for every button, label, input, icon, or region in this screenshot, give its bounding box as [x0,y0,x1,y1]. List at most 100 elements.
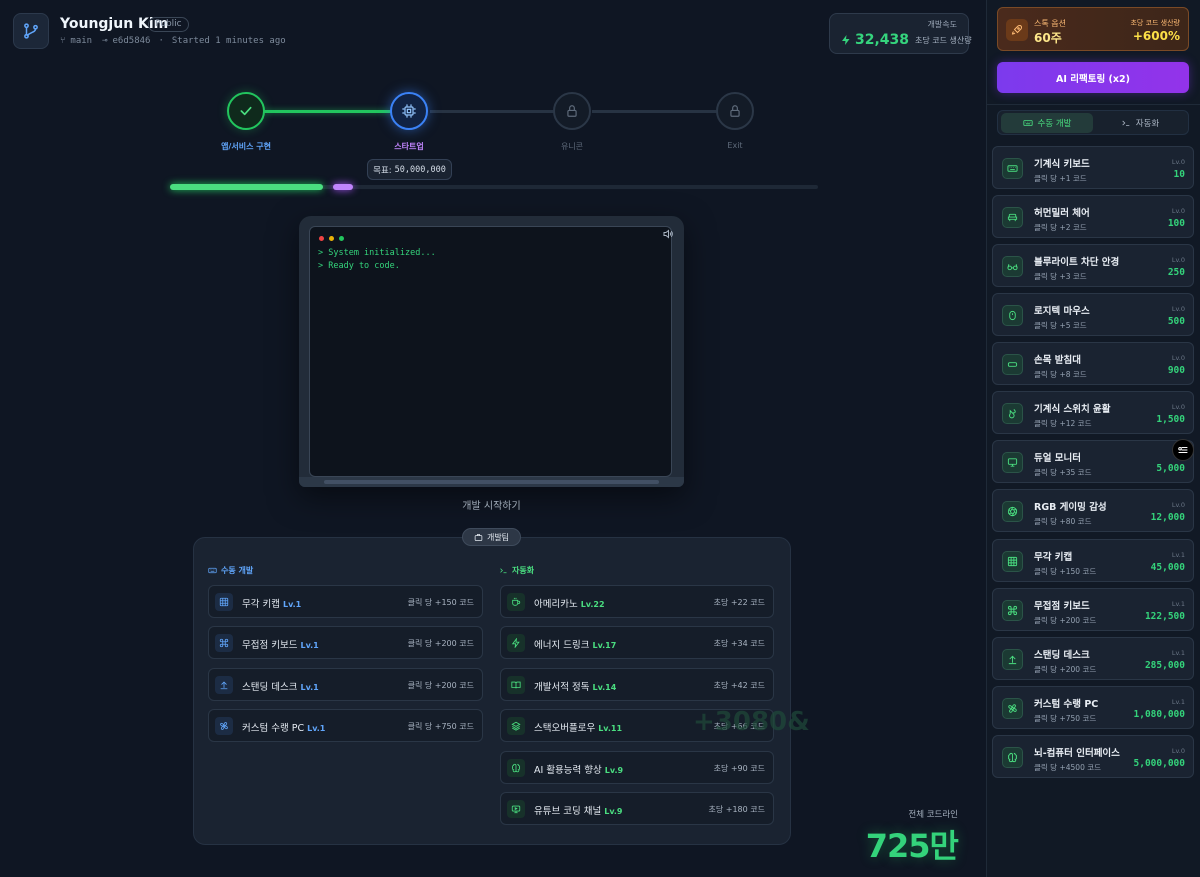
commit-hash: e6d5846 [112,36,151,46]
speaker-icon [663,229,673,239]
tv-icon [507,800,525,818]
manual-team-row: 커스텀 수랭 PC Lv.1 클릭 당 +750 코드 [208,709,483,742]
step-2-circle [390,92,428,130]
upgrade-desc: 클릭 당 +150 코드 [1034,567,1097,576]
upgrade-item[interactable]: 무접점 키보드 클릭 당 +200 코드 Lv.1 122,500 [992,588,1194,631]
brain-icon [507,759,525,777]
start-coding-label: 개발 시작하기 [462,501,521,512]
stock-bonus-percent: +600% [1132,29,1180,43]
upgrade-item[interactable]: 기계식 키보드 클릭 당 +1 코드 Lv.0 10 [992,146,1194,189]
total-lines-label: 전체 코드라인 [908,810,958,820]
red-dot [319,236,324,241]
arrow-up-icon [215,676,233,694]
coffee-icon [507,593,525,611]
upgrade-item[interactable]: 로지텍 마우스 클릭 당 +5 코드 Lv.0 500 [992,293,1194,336]
upgrade-item[interactable]: 허먼밀러 체어 클릭 당 +2 코드 Lv.0 100 [992,195,1194,238]
branch-name: main [70,36,93,46]
lock-icon [730,105,740,117]
floating-gain-text: +3080& [693,707,810,737]
aperture-icon [1002,501,1023,522]
upgrade-item[interactable]: 블루라이트 차단 안경 클릭 당 +3 코드 Lv.0 250 [992,244,1194,287]
upgrade-item[interactable]: 커스텀 수랭 PC 클릭 당 +750 코드 Lv.1 1,080,000 [992,686,1194,729]
upgrade-cost: 45,000 [1150,562,1185,573]
step-4-label: Exit [727,141,743,150]
speed-card: 개발속도 32,438 초당 코드 생산량 [829,13,972,54]
upgrade-level: Lv.0 [1171,158,1185,166]
speed-unit: 초당 코드 생산량 [915,35,972,45]
repo-icon [13,13,49,49]
manual-title-label: 수동 개발 [221,566,254,575]
rocket-icon [1006,19,1028,41]
step-2-label: 스타트업 [394,142,424,151]
step-3-circle [553,92,591,130]
upgrade-cost: 500 [1167,316,1185,327]
upgrade-item[interactable]: 듀얼 모니터 클릭 당 +35 코드 5,000 [992,440,1194,483]
upgrade-level: Lv.1 [1171,649,1185,657]
manual-column-title: 수동 개발 [208,565,253,576]
auto-title-label: 자동화 [512,566,535,575]
repo-meta: ⑂ main ⊸ e6d5846 · Started 1 minutes ago [60,36,286,46]
upgrade-name: 로지텍 마우스 [1034,306,1090,317]
team-item-rate: 초당 +22 코드 [713,598,765,607]
step-4-circle [716,92,754,130]
team-pill: 개발팀 [462,528,521,546]
laptop-slot [324,480,659,484]
upgrade-item[interactable]: 스탠딩 데스크 클릭 당 +200 코드 Lv.1 285,000 [992,637,1194,680]
upgrade-name: 손목 받침대 [1034,355,1082,366]
floating-menu-button[interactable] [1172,439,1194,461]
team-item-rate: 초당 +180 코드 [708,805,766,814]
target-pill: 목표: 50,000,000 [367,159,452,180]
team-item-level: Lv.17 [592,641,617,650]
speed-value: 32,438 [855,32,910,48]
upgrade-level: Lv.0 [1171,354,1185,362]
upgrade-desc: 클릭 당 +80 코드 [1034,517,1092,526]
team-item-name: 스택오버플로우 [534,723,596,734]
upgrade-item[interactable]: 기계식 스위치 윤활 클릭 당 +12 코드 Lv.0 1,500 [992,391,1194,434]
arrow-up-icon [1002,649,1023,670]
team-item-level: Lv.9 [604,766,624,775]
tab-auto[interactable]: 자동화 [1094,113,1186,133]
commit-icon: ⊸ [102,36,108,46]
auto-team-row: AI 활용능력 향상 Lv.9 초당 +90 코드 [500,751,774,784]
monitor-icon [1002,452,1023,473]
tab-manual[interactable]: 수동 개발 [1001,113,1093,133]
lock-icon [567,105,577,117]
upgrade-name: 기계식 키보드 [1034,159,1090,170]
manual-team-row: 무각 키캡 Lv.1 클릭 당 +150 코드 [208,585,483,618]
upgrade-item[interactable]: 무각 키캡 클릭 당 +150 코드 Lv.1 45,000 [992,539,1194,582]
upgrade-cost: 12,000 [1150,512,1185,523]
layers-icon [507,717,525,735]
upgrade-name: 허먼밀러 체어 [1034,208,1090,219]
upgrade-desc: 클릭 당 +200 코드 [1034,665,1097,674]
team-item-name: 아메리카노 [534,599,578,610]
upgrade-name: 블루라이트 차단 안경 [1034,257,1120,268]
upgrade-name: 듀얼 모니터 [1034,453,1082,464]
auto-team-row: 개발서적 정독 Lv.14 초당 +42 코드 [500,668,774,701]
yellow-dot [329,236,334,241]
upgrade-level: Lv.0 [1171,256,1185,264]
team-item-rate: 클릭 당 +200 코드 [407,639,474,648]
visibility-badge: Public [148,17,189,32]
upgrade-item[interactable]: 손목 받침대 클릭 당 +8 코드 Lv.0 900 [992,342,1194,385]
sound-toggle-button[interactable] [662,225,674,244]
upgrade-name: 무접점 키보드 [1034,601,1090,612]
laptop-click-area[interactable]: > System initialized... > Ready to code. [299,216,684,487]
upgrade-desc: 클릭 당 +12 코드 [1034,419,1092,428]
terminal-screen: > System initialized... > Ready to code. [309,226,672,477]
team-item-rate: 초당 +90 코드 [713,764,765,773]
ai-refactor-button[interactable]: AI 리팩토링 (x2) [997,62,1189,93]
upgrade-desc: 클릭 당 +3 코드 [1034,272,1087,281]
upgrade-item[interactable]: 뇌-컴퓨터 인터페이스 클릭 당 +4500 코드 Lv.0 5,000,000 [992,735,1194,778]
stepper-line-2 [430,110,556,113]
upgrade-cost: 900 [1167,365,1185,376]
team-item-level: Lv.1 [300,683,319,692]
upgrade-desc: 클릭 당 +200 코드 [1034,616,1097,625]
team-item-rate: 클릭 당 +150 코드 [407,598,474,607]
command-icon [1002,600,1023,621]
upgrade-desc: 클릭 당 +35 코드 [1034,468,1092,477]
upgrade-item[interactable]: RGB 게이밍 감성 클릭 당 +80 코드 Lv.0 12,000 [992,489,1194,532]
upgrade-cost: 1,080,000 [1133,709,1185,720]
upgrade-cost: 250 [1167,267,1185,278]
team-item-name: 무각 키캡 [242,599,280,610]
terminal-line: > Ready to code. [318,261,400,271]
